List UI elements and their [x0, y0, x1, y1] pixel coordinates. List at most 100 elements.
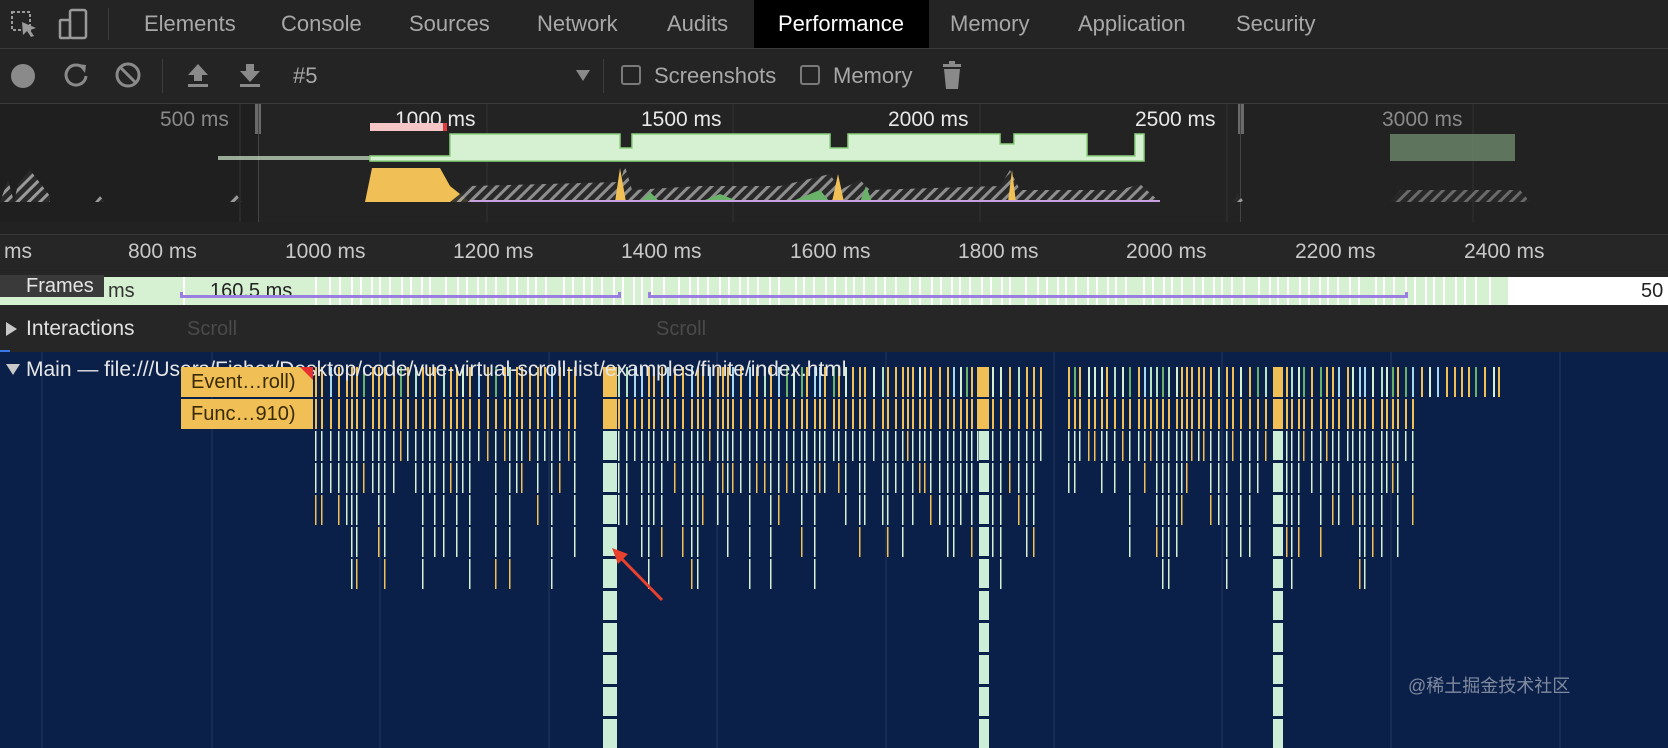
flame-sliver [717, 431, 719, 461]
inspect-element-icon[interactable] [10, 10, 38, 38]
flame-sliver [919, 463, 921, 493]
flame-sliver [1484, 367, 1486, 397]
flame-sliver [1286, 399, 1288, 429]
flame-sliver [1106, 367, 1108, 397]
frames-track[interactable]: Frames ms 160.5 ms 50 [0, 271, 1668, 307]
main-thread-track[interactable]: Main — file:///Users/Fisher/Desktop/code… [0, 352, 1668, 748]
flame-sliver [930, 431, 932, 461]
flame-sliver [400, 399, 402, 429]
flame-sliver [819, 431, 821, 461]
flame-sliver [977, 431, 979, 461]
save-profile-icon[interactable] [236, 61, 264, 89]
flame-sliver [966, 367, 968, 397]
reload-icon[interactable] [62, 61, 90, 89]
flame-sliver [864, 463, 866, 493]
recording-select[interactable]: #5 [293, 49, 317, 103]
flame-sliver [653, 399, 655, 429]
chevron-down-icon[interactable] [576, 70, 590, 81]
flame-sliver [415, 399, 417, 429]
flame-sliver [947, 527, 949, 557]
flame-sliver [529, 431, 531, 461]
tab-network[interactable]: Network [537, 0, 618, 48]
flame-sliver [1176, 463, 1178, 493]
tab-console[interactable]: Console [281, 0, 362, 48]
flame-sliver [330, 463, 332, 493]
flame-sliver [648, 399, 650, 429]
flame-sliver [966, 399, 968, 429]
flame-sliver [732, 399, 734, 429]
expand-triangle-icon[interactable] [6, 322, 17, 336]
flame-sliver [1291, 495, 1293, 525]
flame-sliver [1144, 399, 1146, 429]
flame-sliver [1186, 463, 1188, 493]
load-profile-icon[interactable] [184, 61, 212, 89]
flame-sliver [1405, 431, 1407, 461]
timeline-overview[interactable]: 500 ms 1000 ms 1500 ms 2000 ms 2500 ms 3… [0, 104, 1668, 235]
flame-sliver [1218, 463, 1220, 493]
flame-sliver [1298, 399, 1300, 429]
flame-sliver [1338, 495, 1340, 525]
flame-sliver [393, 463, 395, 493]
flame-sliver [443, 399, 445, 429]
flame-sliver [912, 367, 914, 397]
flame-sliver [1475, 367, 1477, 397]
trash-icon[interactable] [940, 61, 964, 91]
flame-block [603, 559, 617, 589]
clear-icon[interactable] [114, 61, 142, 89]
flame-sliver [682, 495, 684, 525]
tab-security[interactable]: Security [1236, 0, 1315, 48]
interactions-track[interactable]: Interactions Scroll Scroll [0, 292, 1668, 353]
flame-sliver [674, 463, 676, 493]
flame-sliver [434, 431, 436, 461]
tab-performance[interactable]: Performance [754, 0, 929, 48]
flame-block [979, 591, 989, 621]
flame-sliver [939, 367, 941, 397]
flame-sliver [1265, 367, 1267, 397]
flame-sliver [634, 399, 636, 429]
flame-sliver [939, 431, 941, 461]
flame-sliver [882, 367, 884, 397]
screenshots-checkbox[interactable] [621, 65, 641, 85]
flame-sliver [544, 399, 546, 429]
ruler-tick: 2200 ms [1295, 240, 1376, 263]
flame-sliver [852, 367, 854, 397]
tab-elements[interactable]: Elements [144, 0, 236, 48]
flame-sliver [422, 559, 424, 589]
flame-block [979, 527, 989, 557]
flame-sliver [924, 399, 926, 429]
collapse-triangle-icon[interactable] [6, 364, 20, 375]
flame-sliver [1249, 527, 1251, 557]
flame-sliver [384, 431, 386, 461]
device-toolbar-icon[interactable] [58, 8, 90, 40]
flame-sliver [1198, 431, 1200, 461]
tab-sources[interactable]: Sources [409, 0, 490, 48]
flame-sliver [648, 463, 650, 493]
flame-sliver [346, 463, 348, 493]
flame-sliver [873, 431, 875, 461]
flame-sliver [434, 463, 436, 493]
flame-block [1273, 591, 1283, 621]
flame-sliver [415, 431, 417, 461]
flame-sliver [407, 399, 409, 429]
flame-sliver [1392, 367, 1394, 397]
record-icon[interactable] [11, 64, 35, 88]
flame-sliver [845, 463, 847, 493]
interaction-event[interactable]: Scroll [187, 318, 237, 341]
flame-sliver [838, 399, 840, 429]
toolbar-separator [162, 59, 163, 93]
event-scroll-block[interactable]: Event…roll) [181, 367, 313, 397]
tab-memory[interactable]: Memory [950, 0, 1029, 48]
flame-sliver [1298, 431, 1300, 461]
flame-sliver [1359, 495, 1361, 525]
flame-sliver [1162, 527, 1164, 557]
function-call-block[interactable]: Func…910) [181, 399, 313, 429]
flame-sliver [1332, 495, 1334, 525]
flame-block [979, 623, 989, 653]
memory-checkbox[interactable] [800, 65, 820, 85]
flame-sliver [971, 367, 973, 397]
flame-sliver [912, 495, 914, 525]
flame-sliver [1068, 367, 1070, 397]
tab-application[interactable]: Application [1078, 0, 1186, 48]
interaction-event[interactable]: Scroll [656, 318, 706, 341]
tab-audits[interactable]: Audits [667, 0, 728, 48]
